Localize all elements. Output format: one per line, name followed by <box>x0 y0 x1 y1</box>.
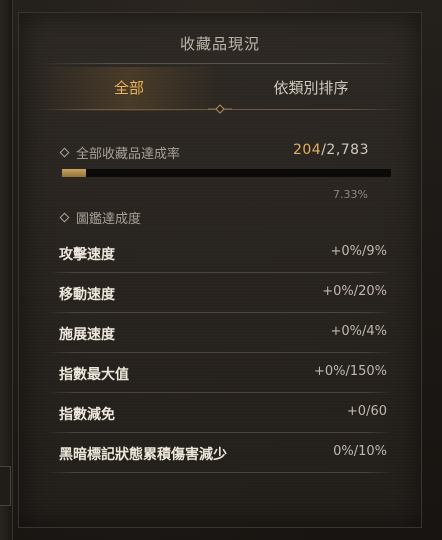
row-divider <box>47 312 393 313</box>
background-window-slot <box>0 466 11 506</box>
overall-completion-header: 全部收藏品達成率 <box>59 143 181 162</box>
stat-value: +0%/4% <box>330 324 387 339</box>
stat-row: 施展速度 +0%/4% <box>47 315 393 353</box>
stat-row: 指數減免 +0/60 <box>47 395 393 433</box>
stat-label: 移動速度 <box>59 287 115 303</box>
row-divider <box>47 432 393 433</box>
overall-completion-label: 全部收藏品達成率 <box>76 147 181 162</box>
tab-all[interactable]: 全部 <box>39 67 219 111</box>
panel-title: 收藏品現況 <box>179 35 260 53</box>
stat-row: 移動速度 +0%/20% <box>47 275 393 313</box>
total-count: 2,783 <box>326 142 369 158</box>
stat-value: +0%/20% <box>322 284 387 299</box>
tab-sort-by-category[interactable]: 依類別排序 <box>221 67 401 111</box>
game-screen: 收藏品現況 全部 依類別排序 全部收藏品達成率 204/2,783 7.33% … <box>0 0 442 540</box>
completion-progress-bar <box>61 168 392 178</box>
collected-count: 204 <box>292 142 322 158</box>
stat-label: 黑暗標記狀態累積傷害減少 <box>59 447 227 463</box>
background-window-edge <box>0 0 13 540</box>
stat-row: 指數最大值 +0%/150% <box>47 355 393 393</box>
row-divider <box>47 472 393 473</box>
codex-completion-label: 圖鑑達成度 <box>76 212 142 227</box>
row-divider <box>47 272 393 273</box>
stat-value: +0%/150% <box>313 364 387 379</box>
completion-progress-fill <box>62 169 87 177</box>
row-divider <box>47 392 393 393</box>
completion-percent: 7.33% <box>333 188 368 201</box>
stat-value: +0%/9% <box>330 244 387 259</box>
ornament-icon <box>208 104 232 114</box>
overall-count: 204/2,783 <box>293 142 369 158</box>
stat-value: +0/60 <box>346 404 387 419</box>
stat-row: 攻擊速度 +0%/9% <box>47 235 393 273</box>
stat-label: 指數最大值 <box>59 367 129 383</box>
stat-label: 施展速度 <box>59 327 115 343</box>
stat-label: 指數減免 <box>59 407 115 423</box>
diamond-icon <box>59 147 70 158</box>
row-divider <box>47 352 393 353</box>
collection-status-panel: 收藏品現況 全部 依類別排序 全部收藏品達成率 204/2,783 7.33% … <box>18 12 422 528</box>
codex-completion-header: 圖鑑達成度 <box>59 208 142 227</box>
title-divider <box>39 63 401 64</box>
stat-label: 攻擊速度 <box>59 247 115 263</box>
stat-value: 0%/10% <box>333 444 387 459</box>
diamond-icon <box>59 212 70 223</box>
stat-row: 黑暗標記狀態累積傷害減少 0%/10% <box>47 435 393 473</box>
